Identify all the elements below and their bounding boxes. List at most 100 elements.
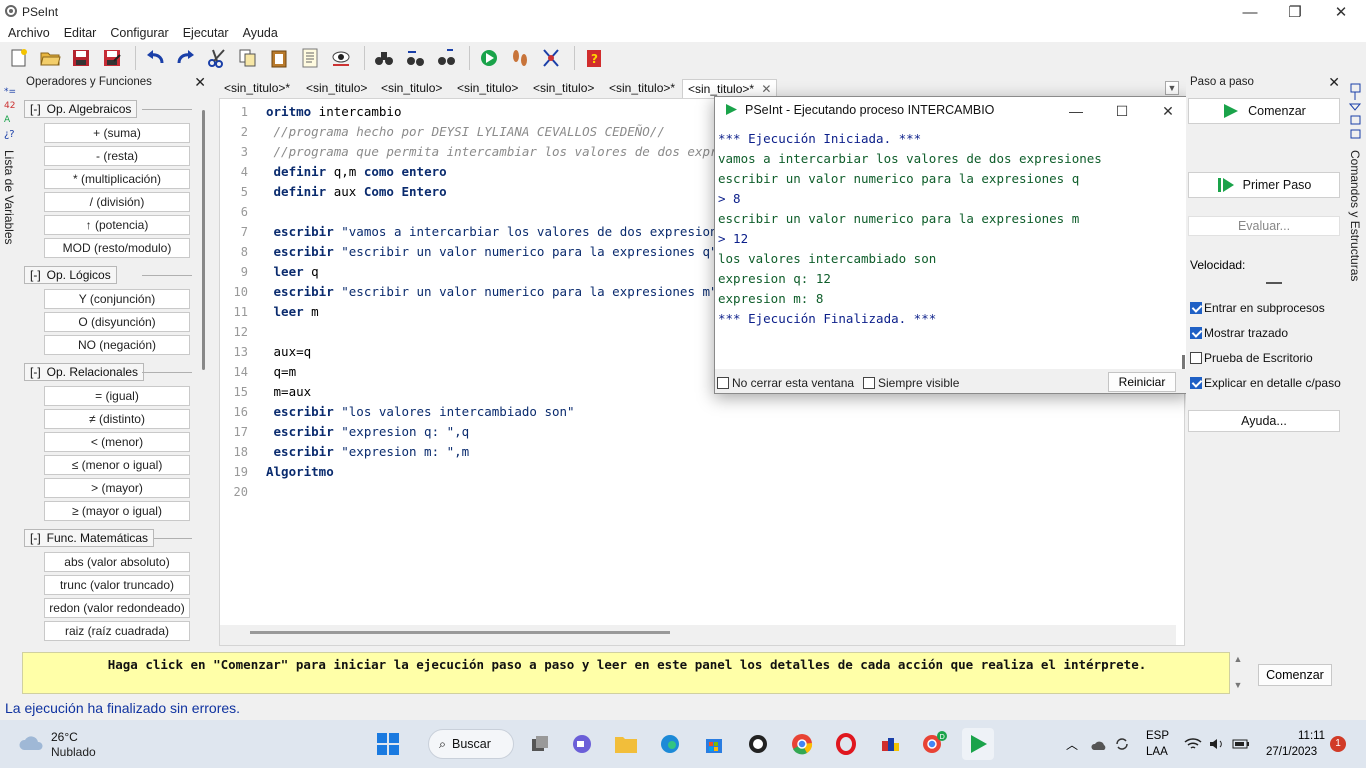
step-panel-close-icon[interactable]: ✕ — [1328, 74, 1340, 91]
operator-button[interactable]: ≥ (mayor o igual) — [44, 501, 190, 521]
no-cerrar-checkbox-row[interactable]: No cerrar esta ventana — [717, 374, 854, 390]
copy-button[interactable] — [235, 45, 261, 71]
clock-date[interactable]: 27/1/2023 — [1266, 746, 1317, 758]
menu-ayuda[interactable]: Ayuda — [243, 26, 278, 40]
operators-scrollbar[interactable] — [202, 110, 205, 370]
replace-button[interactable] — [433, 45, 459, 71]
find-next-button[interactable] — [402, 45, 428, 71]
code-line[interactable]: q=m — [266, 364, 297, 379]
operator-button[interactable]: / (división) — [44, 192, 190, 212]
step-option[interactable]: Entrar en subprocesos — [1190, 301, 1325, 315]
menu-editar[interactable]: Editar — [64, 26, 97, 40]
primer-paso-button[interactable]: Primer Paso — [1188, 172, 1340, 198]
operator-button[interactable]: abs (valor absoluto) — [44, 552, 190, 572]
step-option-checkbox[interactable] — [1190, 377, 1202, 389]
code-line[interactable]: //programa hecho por DEYSI LYLIANA CEVAL… — [266, 124, 665, 139]
maximize-button[interactable]: ❐ — [1272, 0, 1318, 24]
scroll-down-icon[interactable]: ▼ — [1232, 680, 1244, 690]
open-button[interactable] — [37, 45, 63, 71]
file-explorer-button[interactable] — [610, 728, 642, 760]
onedrive-cloud-icon[interactable] — [1090, 738, 1108, 752]
app-button-1[interactable] — [742, 728, 774, 760]
group-toggle-icon[interactable]: [-] — [30, 531, 41, 545]
editor-tab[interactable]: <sin_titulo> — [301, 79, 372, 98]
group-header[interactable]: [-] Func. Matemáticas — [24, 529, 155, 547]
operator-button[interactable]: O (disyunción) — [44, 312, 190, 332]
commands-structures-label[interactable]: Comandos y Estructuras — [1348, 150, 1362, 281]
notification-badge[interactable]: 1 — [1330, 736, 1346, 752]
operator-button[interactable]: NO (negación) — [44, 335, 190, 355]
siempre-visible-checkbox[interactable] — [863, 376, 875, 389]
redo-button[interactable] — [173, 45, 199, 71]
teams-chat-button[interactable] — [566, 728, 598, 760]
code-line[interactable]: escribir "expresion m: ",m — [266, 444, 470, 459]
velocidad-slider[interactable] — [1266, 282, 1282, 284]
code-line[interactable]: escribir "vamos a intercarbiar los valor… — [266, 224, 741, 239]
code-line[interactable]: escribir "los valores intercambiado son" — [266, 404, 575, 419]
editor-tab[interactable]: <sin_titulo>* — [219, 79, 295, 98]
volume-icon[interactable] — [1208, 737, 1226, 751]
edge-button[interactable] — [654, 728, 686, 760]
operator-button[interactable]: MOD (resto/modulo) — [44, 238, 190, 258]
cloud-icon[interactable] — [18, 732, 46, 754]
step-option[interactable]: Prueba de Escritorio — [1190, 351, 1313, 365]
editor-tab[interactable]: <sin_titulo>* — [604, 79, 680, 98]
execution-output[interactable]: *** Ejecución Iniciada. *** vamos a inter… — [715, 127, 1185, 367]
operator-button[interactable]: ↑ (potencia) — [44, 215, 190, 235]
inspect-button[interactable] — [328, 45, 354, 71]
undo-button[interactable] — [142, 45, 168, 71]
code-line[interactable]: m=aux — [266, 384, 312, 399]
app-button-2[interactable] — [874, 728, 906, 760]
operator-button[interactable]: - (resta) — [44, 146, 190, 166]
editor-tab[interactable]: <sin_titulo> — [528, 79, 599, 98]
wifi-icon[interactable] — [1184, 737, 1202, 751]
sync-icon[interactable] — [1114, 736, 1130, 752]
weather-description[interactable]: Nublado — [51, 745, 96, 759]
new-file-button[interactable] — [6, 45, 32, 71]
operator-button[interactable]: ≤ (menor o igual) — [44, 455, 190, 475]
search-button[interactable] — [371, 45, 397, 71]
code-line[interactable]: Algoritmo — [266, 464, 334, 479]
reiniciar-button[interactable]: Reiniciar — [1108, 372, 1176, 392]
no-cerrar-checkbox[interactable] — [717, 376, 729, 389]
operator-button[interactable]: < (menor) — [44, 432, 190, 452]
operator-button[interactable]: Y (conjunción) — [44, 289, 190, 309]
step-option[interactable]: Explicar en detalle c/paso — [1190, 376, 1341, 390]
operators-panel-close-icon[interactable]: ✕ — [194, 74, 206, 91]
tab-close-icon[interactable]: ✕ — [758, 82, 771, 96]
keyboard-layout[interactable]: LAA — [1146, 746, 1168, 758]
code-line[interactable]: oritmo intercambio — [266, 104, 401, 119]
task-view-button[interactable] — [524, 728, 556, 760]
code-line[interactable]: definir q,m como entero — [266, 164, 447, 179]
help-button[interactable]: ? — [581, 45, 607, 71]
operator-button[interactable]: ≠ (distinto) — [44, 409, 190, 429]
operator-button[interactable]: = (igual) — [44, 386, 190, 406]
evaluar-button[interactable]: Evaluar... — [1188, 216, 1340, 236]
run-button[interactable] — [476, 45, 502, 71]
save-as-button[interactable] — [99, 45, 125, 71]
group-header[interactable]: [-] Op. Relacionales — [24, 363, 145, 381]
save-button[interactable] — [68, 45, 94, 71]
help-scrollbar[interactable]: ▲ ▼ — [1232, 654, 1244, 694]
code-line[interactable]: leer q — [266, 264, 319, 279]
code-line[interactable]: escribir "escribir un valor numerico par… — [266, 284, 718, 299]
editor-horizontal-scrollbar[interactable] — [250, 631, 670, 634]
operator-button[interactable]: * (multiplicación) — [44, 169, 190, 189]
operator-button[interactable]: raiz (raíz cuadrada) — [44, 621, 190, 641]
cut-button[interactable] — [204, 45, 230, 71]
opera-button[interactable] — [830, 728, 862, 760]
menu-ejecutar[interactable]: Ejecutar — [183, 26, 229, 40]
code-line[interactable]: definir aux Como Entero — [266, 184, 447, 199]
group-header[interactable]: [-] Op. Algebraicos — [24, 100, 138, 118]
minimize-button[interactable]: — — [1227, 0, 1273, 24]
menu-archivo[interactable]: Archivo — [8, 26, 50, 40]
code-line[interactable]: aux=q — [266, 344, 312, 359]
code-line[interactable]: leer m — [266, 304, 319, 319]
step-button[interactable] — [507, 45, 533, 71]
group-header[interactable]: [-] Op. Lógicos — [24, 266, 117, 284]
exec-maximize-button[interactable]: ☐ — [1099, 97, 1145, 125]
step-option-checkbox[interactable] — [1190, 302, 1202, 314]
show-hidden-icons-chevron-icon[interactable]: ︿ — [1066, 736, 1078, 753]
step-option[interactable]: Mostrar trazado — [1190, 326, 1288, 340]
chrome-profile-button[interactable]: D — [918, 728, 950, 760]
